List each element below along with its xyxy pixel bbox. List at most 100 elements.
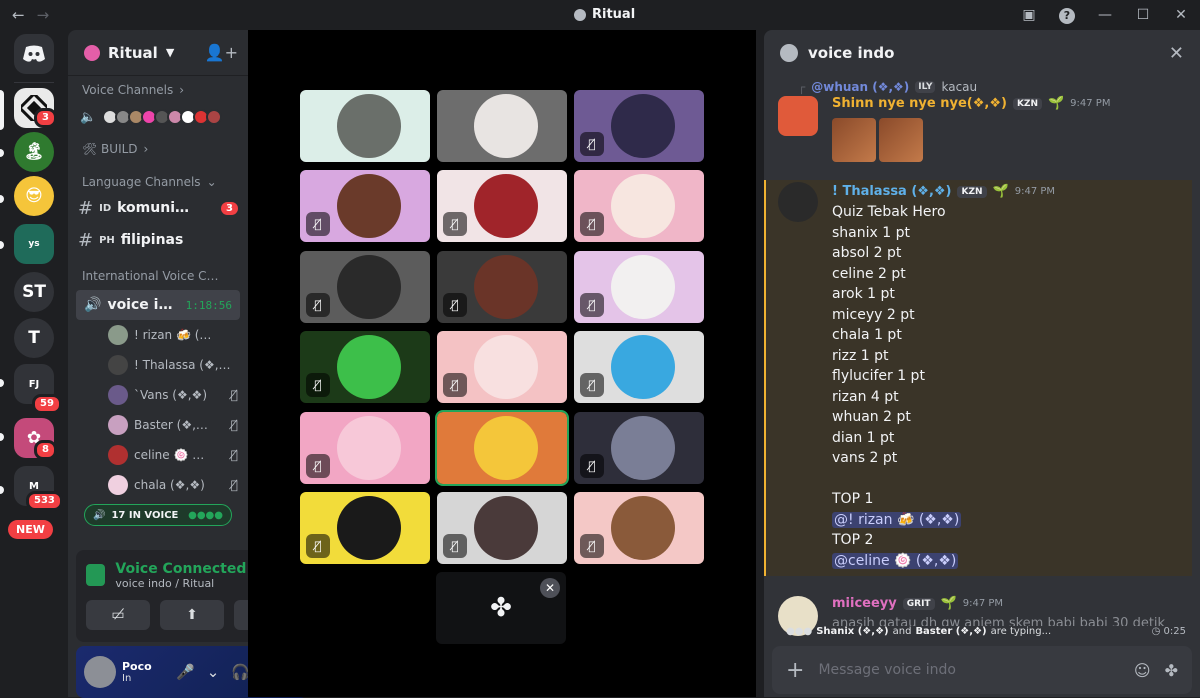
signal-icon[interactable] [86, 564, 106, 586]
mic-muted-icon: 🎙̸ [580, 373, 604, 397]
unread-pip [0, 241, 4, 249]
participant-tile[interactable]: 🎙̸ [437, 492, 567, 564]
participant-tile[interactable]: 🎙̸ [574, 492, 704, 564]
channel-filipinas[interactable]: # PH filipinas [68, 224, 248, 256]
user-mention[interactable]: @celine 🍥 (❖,❖) [832, 552, 959, 569]
invite-icon[interactable]: 👤+ [205, 43, 238, 62]
category-voice-channels[interactable]: Voice Channels › [68, 80, 248, 100]
server-icon [574, 8, 586, 21]
participant-tile[interactable]: 🎙̸ [574, 331, 704, 403]
close-window-button[interactable]: ✕ [1162, 7, 1200, 23]
speaker-icon: 🔊 [84, 297, 102, 313]
participant-avatar [474, 416, 538, 480]
active-voice-channel[interactable]: 🔊 voice i… 1:18:56 [76, 290, 240, 320]
voice-user[interactable]: chala (❖,❖) 🎙̸ [68, 470, 248, 500]
server-folder[interactable]: ys [14, 224, 54, 264]
forward-arrow-icon[interactable]: → [37, 6, 50, 24]
guild-header[interactable]: Ritual ▼ 👤+ [68, 30, 248, 76]
username[interactable]: Poco [122, 660, 152, 673]
help-icon[interactable]: ? [1048, 7, 1086, 24]
participant-tile[interactable]: 🎙̸ [437, 170, 567, 242]
server-t[interactable]: T [14, 318, 54, 358]
inbox-icon[interactable]: ▣ [1010, 7, 1048, 23]
user-mention[interactable]: @! rizan 🍻 (❖,❖) [832, 511, 962, 528]
window-controls: ▣ ? — ☐ ✕ [1010, 0, 1200, 30]
minimize-button[interactable]: — [1086, 7, 1124, 23]
sprout-icon: 🌱 [1047, 96, 1065, 111]
participant-tile[interactable]: 🎙̸ [574, 251, 704, 323]
discord-home-icon[interactable] [14, 34, 54, 74]
unread-pip [0, 433, 4, 441]
in-voice-pill[interactable]: 🔊 17 IN VOICE ●●●● [84, 504, 232, 526]
title-bar: ← → Ritual ▣ ? — ☐ ✕ [0, 0, 1200, 30]
mic-muted-icon: 🎙̸ [580, 212, 604, 236]
selected-indicator [0, 90, 4, 130]
participant-tile[interactable]: 🎙̸ [574, 170, 704, 242]
emoji-icon[interactable]: ☺ [1134, 661, 1151, 680]
new-badge[interactable]: NEW [8, 520, 53, 539]
apps-icon[interactable]: ✤ [1165, 661, 1178, 680]
avatar [108, 325, 128, 345]
user-avatar[interactable] [84, 656, 116, 688]
participant-tile[interactable]: 🎙̸ [300, 412, 430, 484]
category-international-voice[interactable]: International Voice C… [68, 266, 248, 286]
chat-header: voice indo ✕ [764, 30, 1200, 76]
participant-avatar [611, 416, 675, 480]
participant-tile[interactable]: 🎙̸ [300, 492, 430, 564]
avatar [108, 385, 128, 405]
reply-preview[interactable]: ┌ @whuan (❖,❖) ILY kacau [798, 80, 977, 94]
voice-user[interactable]: Baster (❖,… 🎙̸ [68, 410, 248, 440]
mic-muted-icon: 🎙̸ [230, 448, 238, 462]
chat-bubble-icon [780, 44, 798, 62]
participant-tile[interactable] [300, 90, 430, 162]
voice-user[interactable]: ! rizan 🍻 (… [68, 320, 248, 350]
avatar[interactable] [778, 182, 818, 222]
activity-tile[interactable]: ✤ ✕ [436, 572, 566, 644]
avatar[interactable] [778, 96, 818, 136]
voice-location[interactable]: voice indo / Ritual [115, 577, 246, 590]
camera-off-button[interactable]: ▭̸ [86, 600, 150, 630]
message-text: anasih gatau dh gw aniem skem babi babi … [832, 616, 1166, 626]
back-arrow-icon[interactable]: ← [12, 6, 25, 24]
message-input[interactable]: Message voice indo [818, 662, 1119, 678]
voice-status[interactable]: Voice Connected [115, 561, 246, 577]
guild-name: Ritual [108, 43, 158, 62]
chevron-right-icon: › [179, 83, 185, 97]
category-build[interactable]: 🛠 BUILD › [68, 134, 248, 164]
participant-tile[interactable]: 🎙̸ [437, 331, 567, 403]
microphone-icon[interactable]: 🎤 [176, 663, 195, 681]
server-2[interactable]: 🏝 [14, 132, 54, 172]
voice-avatars-row[interactable]: 🔈 [68, 100, 248, 134]
emote-image[interactable] [879, 118, 923, 162]
screenshare-button[interactable]: ⬆ [160, 600, 224, 630]
participant-tile[interactable]: 🎙̸ [574, 412, 704, 484]
channel-komunitas[interactable]: # ID komuni… 3 [68, 192, 248, 224]
chevron-down-icon[interactable]: ⌄ [207, 663, 220, 681]
mic-muted-icon: 🎙̸ [230, 388, 238, 402]
participant-tile[interactable]: 🎙̸ [300, 170, 430, 242]
unread-pip [0, 149, 4, 157]
close-icon[interactable]: ✕ [540, 578, 560, 598]
participant-tile[interactable]: 🎙̸ [574, 90, 704, 162]
category-language-channels[interactable]: Language Channels ⌄ [68, 172, 248, 192]
close-icon[interactable]: ✕ [1169, 43, 1184, 64]
participant-tile[interactable] [435, 410, 569, 486]
emote-image[interactable] [832, 118, 876, 162]
participant-tile[interactable] [437, 90, 567, 162]
participant-avatar [474, 496, 538, 560]
server-emoji[interactable]: 😎 [14, 176, 54, 216]
participant-tile[interactable]: 🎙̸ [300, 251, 430, 323]
role-tag: GRIT [902, 597, 935, 610]
channel-sidebar: Ritual ▼ 👤+ Voice Channels › 🔈 🛠 BUILD ›… [68, 30, 308, 698]
voice-user[interactable]: `Vans (❖,❖) 🎙̸ [68, 380, 248, 410]
server-st[interactable]: ST [14, 272, 54, 312]
voice-user[interactable]: celine 🍥 … 🎙̸ [68, 440, 248, 470]
participant-tile[interactable]: 🎙̸ [300, 331, 430, 403]
add-attachment-icon[interactable]: + [786, 658, 804, 683]
voice-user[interactable]: ! Thalassa (❖,… [68, 350, 248, 380]
participant-tile[interactable]: 🎙̸ [437, 251, 567, 323]
mic-muted-icon: 🎙̸ [580, 454, 604, 478]
mention-highlight [764, 180, 1192, 576]
avatar-stack: ●●●● [188, 509, 223, 521]
maximize-button[interactable]: ☐ [1124, 7, 1162, 23]
